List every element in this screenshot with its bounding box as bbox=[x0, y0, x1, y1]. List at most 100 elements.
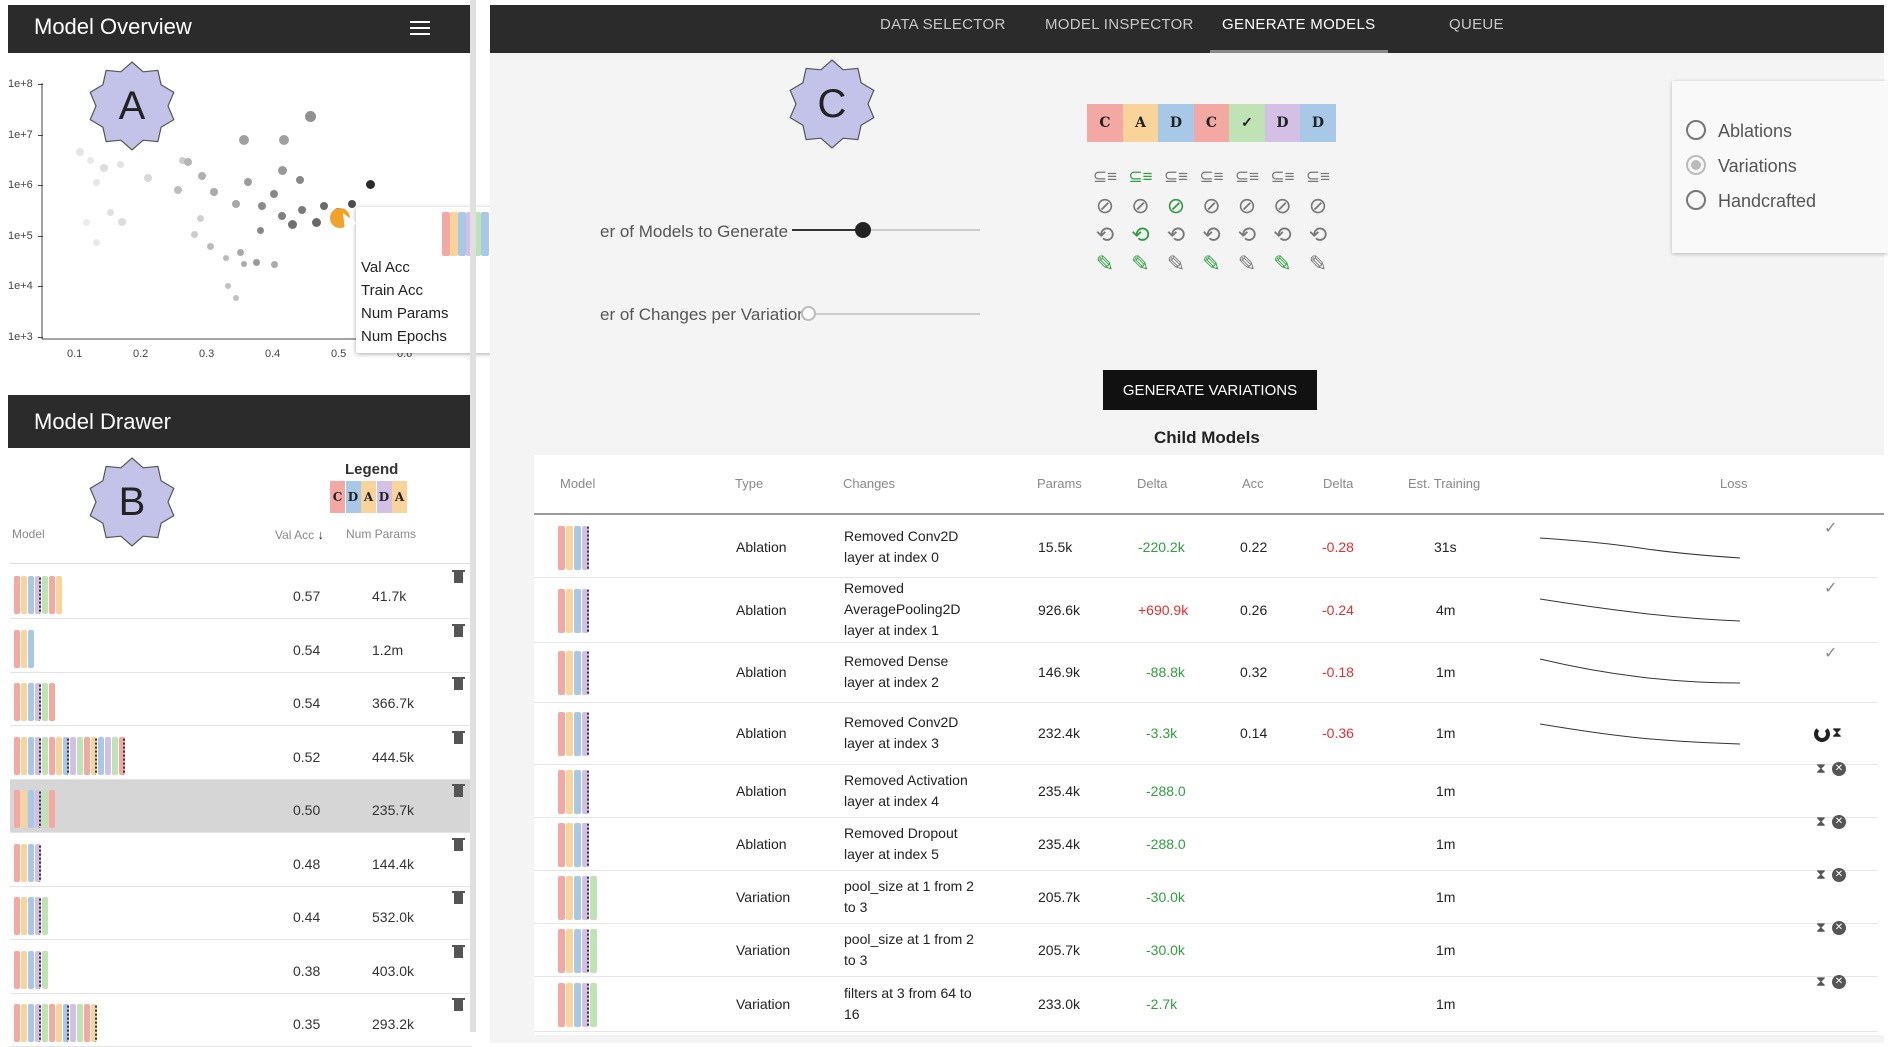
cancel-icon[interactable]: ✕ bbox=[1832, 920, 1846, 935]
child-row[interactable]: Ablation Removed Conv2D layer at index 3 23… bbox=[534, 703, 1878, 765]
scatter-point[interactable] bbox=[279, 135, 289, 145]
drawer-row[interactable]: 0.57 41.7k bbox=[10, 566, 472, 619]
layer-block[interactable]: C bbox=[1193, 104, 1230, 142]
scatter-point[interactable] bbox=[252, 258, 260, 266]
scatter-point[interactable] bbox=[106, 208, 114, 216]
scatter-point[interactable] bbox=[311, 217, 321, 227]
scatter-point[interactable] bbox=[270, 190, 278, 198]
scatter-point[interactable] bbox=[304, 110, 316, 122]
trash-icon[interactable] bbox=[452, 944, 465, 958]
scatter-point[interactable] bbox=[365, 179, 375, 189]
swap-layer-icon[interactable]: ⟲ bbox=[1300, 220, 1336, 249]
trash-icon[interactable] bbox=[452, 677, 465, 690]
drawer-row[interactable]: 0.50 235.7k bbox=[10, 780, 472, 833]
scatter-point[interactable] bbox=[348, 200, 356, 208]
child-row[interactable]: Variation filters at 3 from 64 to 16 233.0k… bbox=[534, 973, 1878, 1032]
tab-model-inspector[interactable]: MODEL INSPECTOR bbox=[1045, 16, 1194, 33]
layer-block[interactable]: D bbox=[1264, 104, 1301, 142]
child-row[interactable]: Ablation Removed Dense layer at index 2 146… bbox=[534, 643, 1878, 703]
scatter-point[interactable] bbox=[100, 164, 108, 172]
drawer-row[interactable]: 0.54 1.2m bbox=[10, 620, 472, 673]
swap-layer-icon[interactable]: ⟲ bbox=[1123, 220, 1159, 249]
scatter-point[interactable] bbox=[92, 238, 100, 246]
scatter-point[interactable] bbox=[210, 188, 218, 196]
scatter-point[interactable] bbox=[241, 261, 247, 267]
insert-layer-icon[interactable]: ⊆≡ bbox=[1087, 162, 1123, 191]
remove-layer-icon[interactable]: ⊘ bbox=[1300, 191, 1336, 220]
radio-variations[interactable] bbox=[1686, 155, 1706, 175]
scatter-point[interactable] bbox=[184, 158, 192, 166]
remove-layer-icon[interactable]: ⊘ bbox=[1265, 191, 1301, 220]
layer-block[interactable]: ✓ bbox=[1229, 104, 1265, 142]
hamburger-icon[interactable] bbox=[410, 21, 430, 37]
scatter-point[interactable] bbox=[244, 178, 252, 186]
insert-layer-icon[interactable]: ⊆≡ bbox=[1123, 162, 1159, 191]
swap-layer-icon[interactable]: ⟲ bbox=[1087, 220, 1123, 249]
scatter-point[interactable] bbox=[278, 212, 286, 220]
edit-layer-icon[interactable]: ✎ bbox=[1123, 249, 1159, 278]
scatter-point[interactable] bbox=[92, 178, 100, 186]
insert-layer-icon[interactable]: ⊆≡ bbox=[1194, 162, 1230, 191]
scatter-point[interactable] bbox=[239, 135, 249, 145]
scatter-point[interactable] bbox=[236, 248, 244, 256]
scatter-point[interactable] bbox=[287, 219, 297, 229]
insert-layer-icon[interactable]: ⊆≡ bbox=[1265, 162, 1301, 191]
remove-layer-icon[interactable]: ⊘ bbox=[1123, 191, 1159, 220]
edit-layer-icon[interactable]: ✎ bbox=[1087, 249, 1123, 278]
trash-icon[interactable] bbox=[452, 998, 465, 1011]
scatter-point[interactable] bbox=[116, 160, 124, 168]
layer-block[interactable]: A bbox=[1122, 104, 1159, 142]
scatter-point[interactable] bbox=[223, 255, 229, 261]
swap-layer-icon[interactable]: ⟲ bbox=[1229, 220, 1265, 249]
swap-layer-icon[interactable]: ⟲ bbox=[1194, 220, 1230, 249]
scatter-point[interactable] bbox=[298, 206, 306, 214]
drawer-row[interactable]: 0.44 532.0k bbox=[10, 887, 472, 940]
cancel-icon[interactable]: ✕ bbox=[1832, 814, 1846, 829]
drawer-col-acc[interactable]: Val Acc ↓ bbox=[275, 527, 324, 542]
scatter-point[interactable] bbox=[232, 200, 240, 208]
scatter-point[interactable] bbox=[144, 174, 152, 182]
trash-icon[interactable] bbox=[452, 730, 465, 744]
scatter-point[interactable] bbox=[233, 295, 239, 301]
remove-layer-icon[interactable]: ⊘ bbox=[1087, 191, 1123, 220]
insert-layer-icon[interactable]: ⊆≡ bbox=[1158, 162, 1194, 191]
num-changes-slider-handle[interactable] bbox=[801, 306, 816, 321]
child-row[interactable]: Ablation Removed Conv2D layer at index 0 15… bbox=[534, 518, 1878, 578]
remove-layer-icon[interactable]: ⊘ bbox=[1194, 191, 1230, 220]
scatter-point[interactable] bbox=[76, 148, 84, 156]
insert-layer-icon[interactable]: ⊆≡ bbox=[1229, 162, 1265, 191]
cancel-icon[interactable]: ✕ bbox=[1832, 974, 1846, 989]
edit-layer-icon[interactable]: ✎ bbox=[1229, 249, 1265, 278]
sort-down-arrow-icon[interactable]: ↓ bbox=[317, 527, 324, 542]
generate-variations-button[interactable]: GENERATE VARIATIONS bbox=[1103, 370, 1317, 410]
scatter-point[interactable] bbox=[206, 242, 214, 250]
edit-layer-icon[interactable]: ✎ bbox=[1194, 249, 1230, 278]
radio-handcrafted[interactable] bbox=[1686, 190, 1706, 210]
drawer-row[interactable]: 0.48 144.4k bbox=[10, 834, 472, 887]
scatter-point[interactable] bbox=[258, 202, 266, 210]
tab-queue[interactable]: QUEUE bbox=[1449, 16, 1504, 33]
swap-layer-icon[interactable]: ⟲ bbox=[1158, 220, 1194, 249]
edit-layer-icon[interactable]: ✎ bbox=[1265, 249, 1301, 278]
drawer-row[interactable]: 0.38 403.0k bbox=[10, 941, 472, 994]
radio-ablations[interactable] bbox=[1686, 120, 1706, 140]
cancel-icon[interactable]: ✕ bbox=[1832, 867, 1846, 882]
scatter-point[interactable] bbox=[198, 172, 206, 180]
scatter-point[interactable] bbox=[320, 202, 328, 210]
scatter-point[interactable] bbox=[270, 260, 278, 268]
scatter-point[interactable] bbox=[296, 176, 304, 184]
scatter-point[interactable] bbox=[86, 156, 94, 164]
trash-icon[interactable] bbox=[452, 837, 465, 851]
tab-generate-models[interactable]: GENERATE MODELS bbox=[1222, 16, 1375, 33]
scatter-point[interactable] bbox=[118, 218, 126, 226]
scatter-point[interactable] bbox=[190, 230, 198, 238]
tab-data-selector[interactable]: DATA SELECTOR bbox=[880, 16, 1006, 33]
insert-layer-icon[interactable]: ⊆≡ bbox=[1300, 162, 1336, 191]
layer-block[interactable]: D bbox=[1300, 104, 1336, 142]
edit-layer-icon[interactable]: ✎ bbox=[1300, 249, 1336, 278]
drawer-row[interactable]: 0.54 366.7k bbox=[10, 673, 472, 726]
trash-icon[interactable] bbox=[452, 784, 465, 797]
scatter-point[interactable] bbox=[196, 214, 204, 222]
child-row[interactable]: Ablation Removed Dropout layer at index 5 2… bbox=[534, 813, 1878, 871]
scatter-point[interactable] bbox=[256, 226, 264, 234]
